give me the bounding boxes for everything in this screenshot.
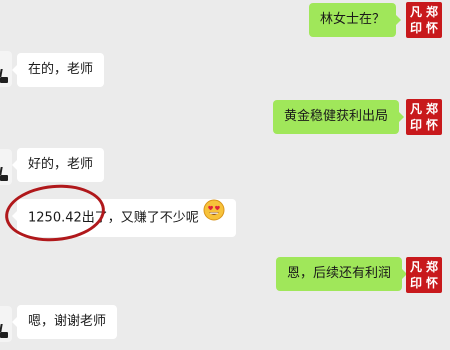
avatar-char: 凡 [409,102,422,116]
message-bubble-sent[interactable]: 林女士在？ [309,3,402,37]
message-bubble-received[interactable]: 好的，老师 [11,148,105,182]
message-bubble-received[interactable]: 嗯，谢谢老师 [11,305,118,339]
teacher-avatar[interactable]: 凡 郑 印 怀 [406,99,442,135]
avatar-char: 郑 [425,5,438,19]
avatar-char: 凡 [409,260,422,274]
message-bubble-sent[interactable]: 恩，后续还有利润 [276,257,408,291]
avatar-char: 凡 [409,5,422,19]
teacher-avatar[interactable]: 凡 郑 印 怀 [406,257,442,293]
avatar-glyph-icon [0,175,8,181]
avatar-char: 印 [409,21,422,35]
avatar-char: 怀 [425,21,438,35]
client-avatar[interactable] [0,149,12,185]
message-bubble-received[interactable]: 在的，老师 [11,53,105,87]
avatar-char: 怀 [425,118,438,132]
client-avatar[interactable] [0,51,12,87]
avatar-char: 郑 [425,102,438,116]
heart-eyes-emoji-icon [203,199,225,237]
avatar-char: 怀 [425,276,438,290]
message-text: 1250.42出了，又赚了不少呢 [28,210,199,226]
avatar-char: 印 [409,118,422,132]
message-bubble-received[interactable]: 1250.42出了，又赚了不少呢 [12,199,236,237]
avatar-char: 印 [409,276,422,290]
client-avatar[interactable] [0,306,12,342]
avatar-glyph-icon [0,332,8,338]
message-bubble-sent[interactable]: 黄金稳健获利出局 [273,100,405,134]
teacher-avatar[interactable]: 凡 郑 印 怀 [406,2,442,38]
avatar-char: 郑 [425,260,438,274]
avatar-glyph-icon [0,77,8,83]
chat-area: 林女士在？ 凡 郑 印 怀 在的，老师 黄金稳健获利出局 凡 郑 印 怀 好的，… [0,0,450,350]
